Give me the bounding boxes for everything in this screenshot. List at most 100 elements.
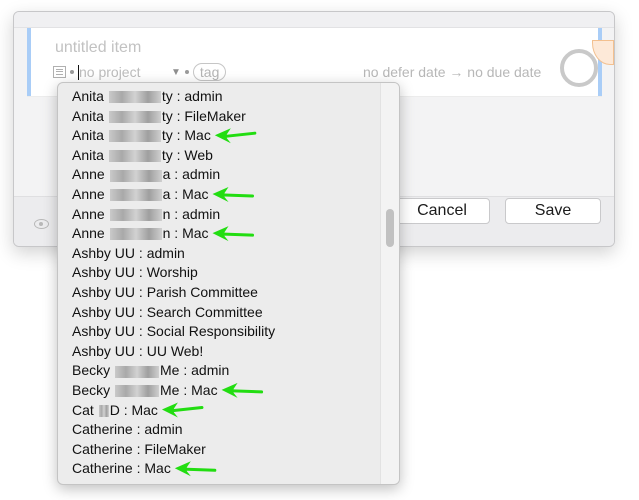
item-context: admin	[182, 166, 221, 183]
due-date-field[interactable]: no due date	[467, 64, 541, 80]
redacted-text	[98, 404, 109, 417]
completion-list: Anita ty : admin Anita ty : FileMaker Anit…	[58, 87, 380, 479]
item-name: Anne	[72, 185, 105, 202]
completion-item[interactable]: Anita ty : Mac	[58, 126, 380, 146]
completion-item[interactable]: Ashby UU : Search Committee	[58, 303, 380, 323]
item-context: admin	[144, 421, 183, 438]
arrow-icon: →	[449, 64, 464, 80]
project-dropdown-icon[interactable]: ▼	[171, 67, 181, 78]
selection-bar-left	[27, 28, 31, 96]
item-separator: :	[135, 323, 147, 340]
item-name: Ashby UU	[72, 323, 136, 340]
item-name-suffix: ty	[161, 146, 173, 163]
item-name: Ashby UU	[72, 342, 136, 359]
item-separator: :	[119, 401, 132, 418]
completion-item[interactable]: Ashby UU : UU Web!	[58, 342, 380, 362]
item-separator: :	[172, 146, 185, 163]
item-context: FileMaker	[144, 440, 206, 457]
item-context: admin	[191, 362, 230, 379]
item-context: Search Committee	[146, 303, 263, 320]
item-name: Ashby UU	[72, 283, 136, 300]
completion-item[interactable]: Anita ty : admin	[58, 87, 380, 107]
item-separator: :	[135, 342, 147, 359]
redacted-text	[108, 150, 161, 163]
redacted-text	[108, 130, 161, 143]
cancel-button[interactable]: Cancel	[394, 198, 490, 224]
completion-item[interactable]: Anita ty : FileMaker	[58, 107, 380, 127]
defer-date-field[interactable]: no defer date	[363, 64, 446, 80]
note-icon[interactable]	[53, 66, 66, 78]
item-name: Ashby UU	[72, 244, 136, 261]
item-separator: :	[135, 303, 147, 320]
item-context: Parish Committee	[146, 283, 258, 300]
item-context: Mac	[182, 225, 209, 242]
completion-item[interactable]: Anne n : Mac	[58, 224, 380, 244]
item-context: admin	[184, 88, 223, 104]
completion-item[interactable]: Cat D : Mac	[58, 401, 380, 421]
redacted-text	[115, 385, 160, 398]
item-context: Mac	[131, 401, 158, 418]
eye-icon[interactable]	[34, 219, 49, 229]
scrollbar[interactable]	[380, 83, 399, 484]
item-separator: :	[170, 166, 183, 183]
item-separator: :	[170, 225, 183, 242]
completion-item[interactable]: Catherine : admin	[58, 420, 380, 440]
item-name: Ashby UU	[72, 303, 136, 320]
item-separator: :	[172, 107, 185, 124]
completion-item[interactable]: Anne n : admin	[58, 205, 380, 225]
separator-dot	[184, 70, 189, 74]
item-name: Anita	[72, 88, 104, 104]
item-context: Web	[184, 146, 213, 163]
item-name: Ashby UU	[72, 264, 136, 281]
completion-item[interactable]: Anne a : admin	[58, 165, 380, 185]
item-name-suffix: Me	[160, 362, 180, 379]
status-circle-icon[interactable]	[560, 49, 598, 87]
item-name: Anne	[72, 166, 105, 183]
save-button[interactable]: Save	[505, 198, 601, 224]
item-name: Anne	[72, 225, 105, 242]
item-context: Mac	[182, 185, 209, 202]
item-separator: :	[179, 362, 192, 379]
completion-item[interactable]: Ashby UU : admin	[58, 244, 380, 264]
item-separator: :	[172, 88, 185, 104]
completion-item[interactable]: Ashby UU : Worship	[58, 263, 380, 283]
item-name: Catherine	[72, 460, 133, 477]
item-context: admin	[146, 244, 185, 261]
item-name: Anita	[72, 107, 104, 124]
redacted-text	[109, 169, 162, 182]
title-bar[interactable]	[14, 12, 614, 28]
scrollbar-thumb[interactable]	[386, 209, 394, 247]
item-context: admin	[182, 205, 221, 222]
redacted-text	[108, 110, 161, 123]
item-name-suffix: ty	[161, 127, 173, 144]
item-context: FileMaker	[184, 107, 246, 124]
item-title-field[interactable]: untitled item	[55, 39, 141, 57]
item-context: Mac	[184, 127, 211, 144]
item-name-suffix: Me	[160, 381, 180, 398]
completion-item[interactable]: Catherine : Mac	[58, 459, 380, 479]
redacted-text	[109, 228, 162, 241]
completion-item[interactable]: Catherine : FileMaker	[58, 440, 380, 460]
item-name: Cat	[72, 401, 94, 418]
project-field[interactable]: no project	[79, 64, 171, 80]
item-context: Mac	[144, 460, 171, 477]
dates-row: no defer date → no due date	[363, 64, 541, 80]
item-name: Catherine	[72, 421, 133, 438]
item-separator: :	[132, 421, 145, 438]
completion-item[interactable]: Anita ty : Web	[58, 146, 380, 166]
completion-item[interactable]: Anne a : Mac	[58, 185, 380, 205]
completion-item[interactable]: Becky Me : admin	[58, 361, 380, 381]
item-separator: :	[170, 205, 183, 222]
completion-item[interactable]: Ashby UU : Social Responsibility	[58, 322, 380, 342]
completion-item[interactable]: Ashby UU : Parish Committee	[58, 283, 380, 303]
tag-field[interactable]: tag	[192, 63, 227, 81]
completion-item[interactable]: Becky Me : Mac	[58, 381, 380, 401]
item-name: Becky	[72, 381, 111, 398]
item-context: UU Web!	[146, 342, 204, 359]
item-context: Mac	[191, 381, 218, 398]
item-name: Anne	[72, 205, 105, 222]
item-context: Social Responsibility	[146, 323, 276, 340]
item-name-suffix: ty	[161, 88, 173, 104]
item-meta-row: no project ▼ tag	[53, 63, 227, 81]
item-separator: :	[132, 460, 145, 477]
